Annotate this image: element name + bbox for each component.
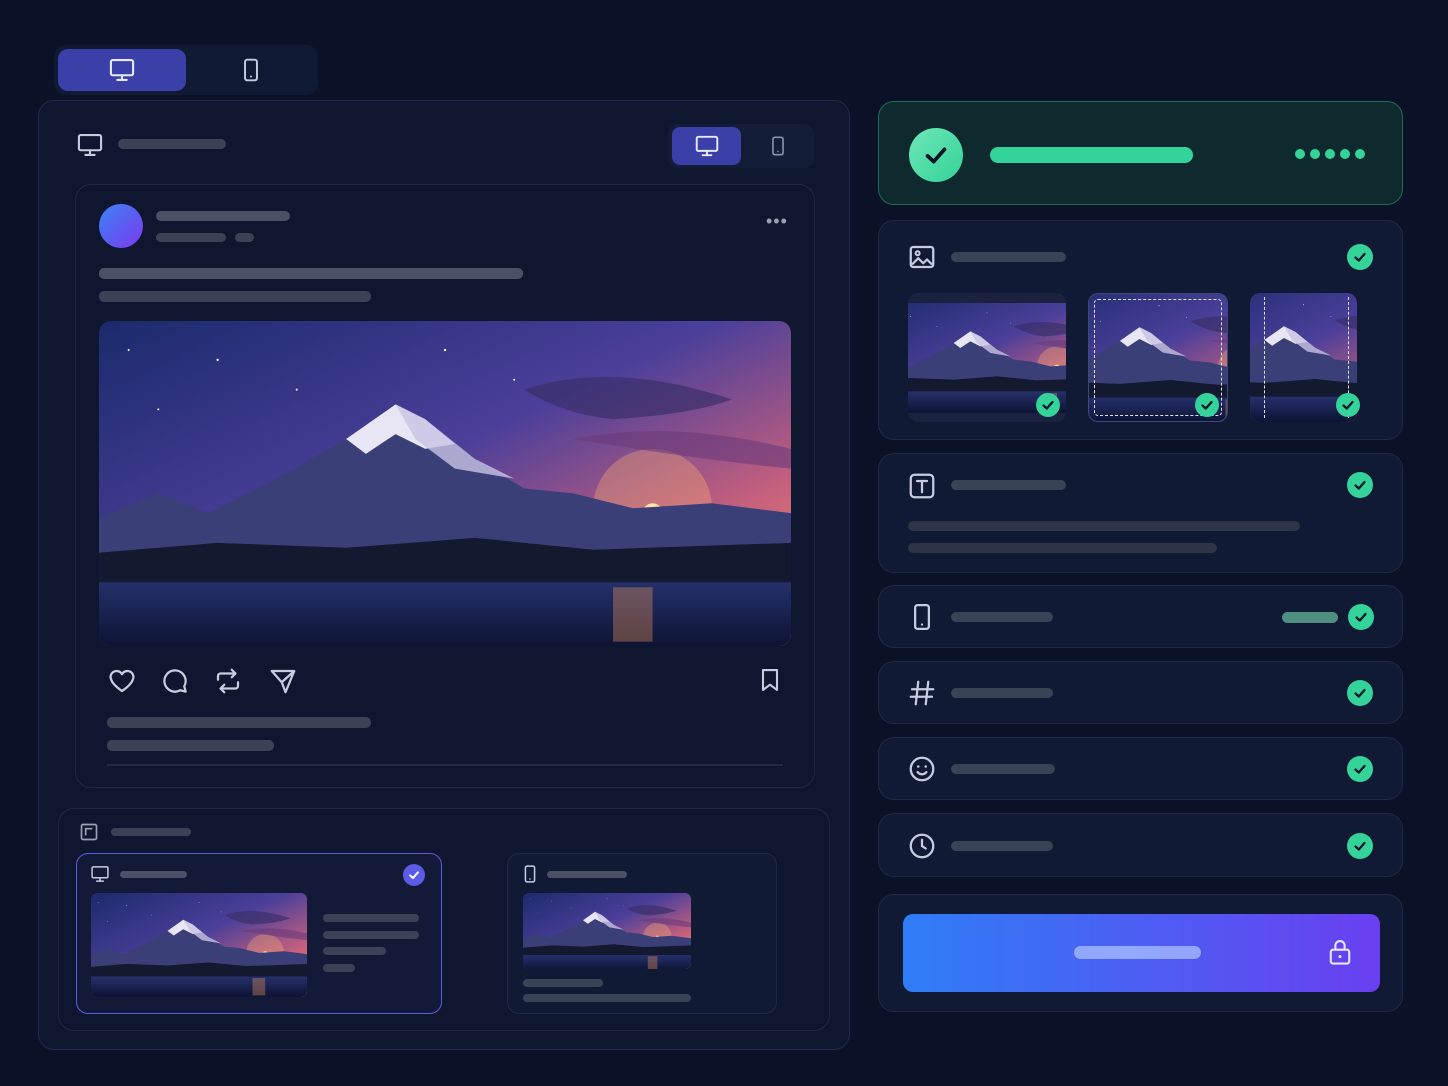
bookmark-icon[interactable] [756, 666, 784, 694]
desktop-preview-text-2 [323, 931, 419, 939]
more-options-icon[interactable]: ••• [766, 212, 788, 230]
post-image[interactable] [99, 321, 791, 646]
publish-button-label [1074, 946, 1201, 959]
inner-desktop-button[interactable] [672, 127, 741, 165]
author-meta-placeholder [156, 233, 226, 242]
timestamp-placeholder [235, 233, 254, 242]
schedule-ok-icon [1347, 833, 1373, 859]
mobile-icon [520, 864, 540, 884]
comment-icon[interactable] [160, 666, 190, 696]
heart-icon[interactable] [107, 666, 137, 696]
repost-icon[interactable] [213, 666, 243, 696]
avatar [99, 204, 143, 248]
caption-line-2 [107, 740, 274, 751]
desktop-icon [694, 133, 720, 159]
emoji-section-label [951, 764, 1055, 774]
mobile-preview-text-2 [523, 994, 691, 1002]
image-ok-icon [1347, 244, 1373, 270]
desktop-preview-text-3 [323, 947, 386, 955]
send-icon[interactable] [268, 666, 298, 696]
desktop-icon [90, 864, 110, 884]
post-text-line-2 [99, 291, 371, 302]
hashtag-section-label [951, 688, 1053, 698]
text-check-section [878, 453, 1403, 573]
mobile-section-label [951, 612, 1053, 622]
text-section-label [951, 480, 1066, 490]
mobile-icon [907, 602, 937, 632]
desktop-preview-text-4 [323, 964, 355, 972]
text-icon [907, 471, 937, 501]
check-circle-icon [909, 128, 963, 182]
selected-check-icon [403, 864, 425, 886]
mobile-preview-text-1 [523, 979, 603, 987]
text-preview-line-2 [908, 543, 1217, 553]
mobile-view-button[interactable] [188, 49, 314, 91]
mobile-ok-icon [1348, 604, 1374, 630]
desktop-preview-text-1 [323, 914, 419, 922]
text-ok-icon [1347, 472, 1373, 498]
mobile-preview-image [523, 893, 691, 969]
clock-icon [907, 831, 937, 861]
desktop-icon [108, 56, 136, 84]
inner-mobile-button[interactable] [743, 127, 812, 165]
lock-icon [1326, 937, 1354, 967]
mobile-icon [767, 135, 789, 157]
divider [107, 764, 783, 766]
emoji-ok-icon [1347, 756, 1373, 782]
crop-icon [79, 822, 99, 842]
mobile-preview-label [547, 871, 627, 878]
thumbnail-ok-icon [1036, 393, 1060, 417]
desktop-view-button[interactable] [58, 49, 186, 91]
mobile-status-pill [1282, 612, 1338, 623]
image-section-label [951, 252, 1066, 262]
hashtag-icon [907, 678, 937, 708]
author-name-placeholder [156, 211, 290, 221]
thumbnail-ok-icon [1336, 393, 1360, 417]
desktop-preview-label [120, 871, 187, 878]
previews-title-placeholder [111, 828, 191, 836]
desktop-preview-image [91, 893, 307, 997]
desktop-icon [76, 131, 104, 159]
thumbnail-ok-icon [1195, 393, 1219, 417]
status-progress-bar [990, 147, 1193, 163]
text-preview-line-1 [908, 521, 1300, 531]
emoji-icon [907, 754, 937, 784]
hashtag-ok-icon [1347, 680, 1373, 706]
schedule-section-label [951, 841, 1053, 851]
image-icon [907, 242, 937, 272]
caption-line-1 [107, 717, 371, 728]
mobile-icon [238, 57, 264, 83]
progress-dots [1295, 149, 1365, 159]
post-text-line-1 [99, 268, 523, 279]
panel-title-placeholder [118, 139, 226, 149]
